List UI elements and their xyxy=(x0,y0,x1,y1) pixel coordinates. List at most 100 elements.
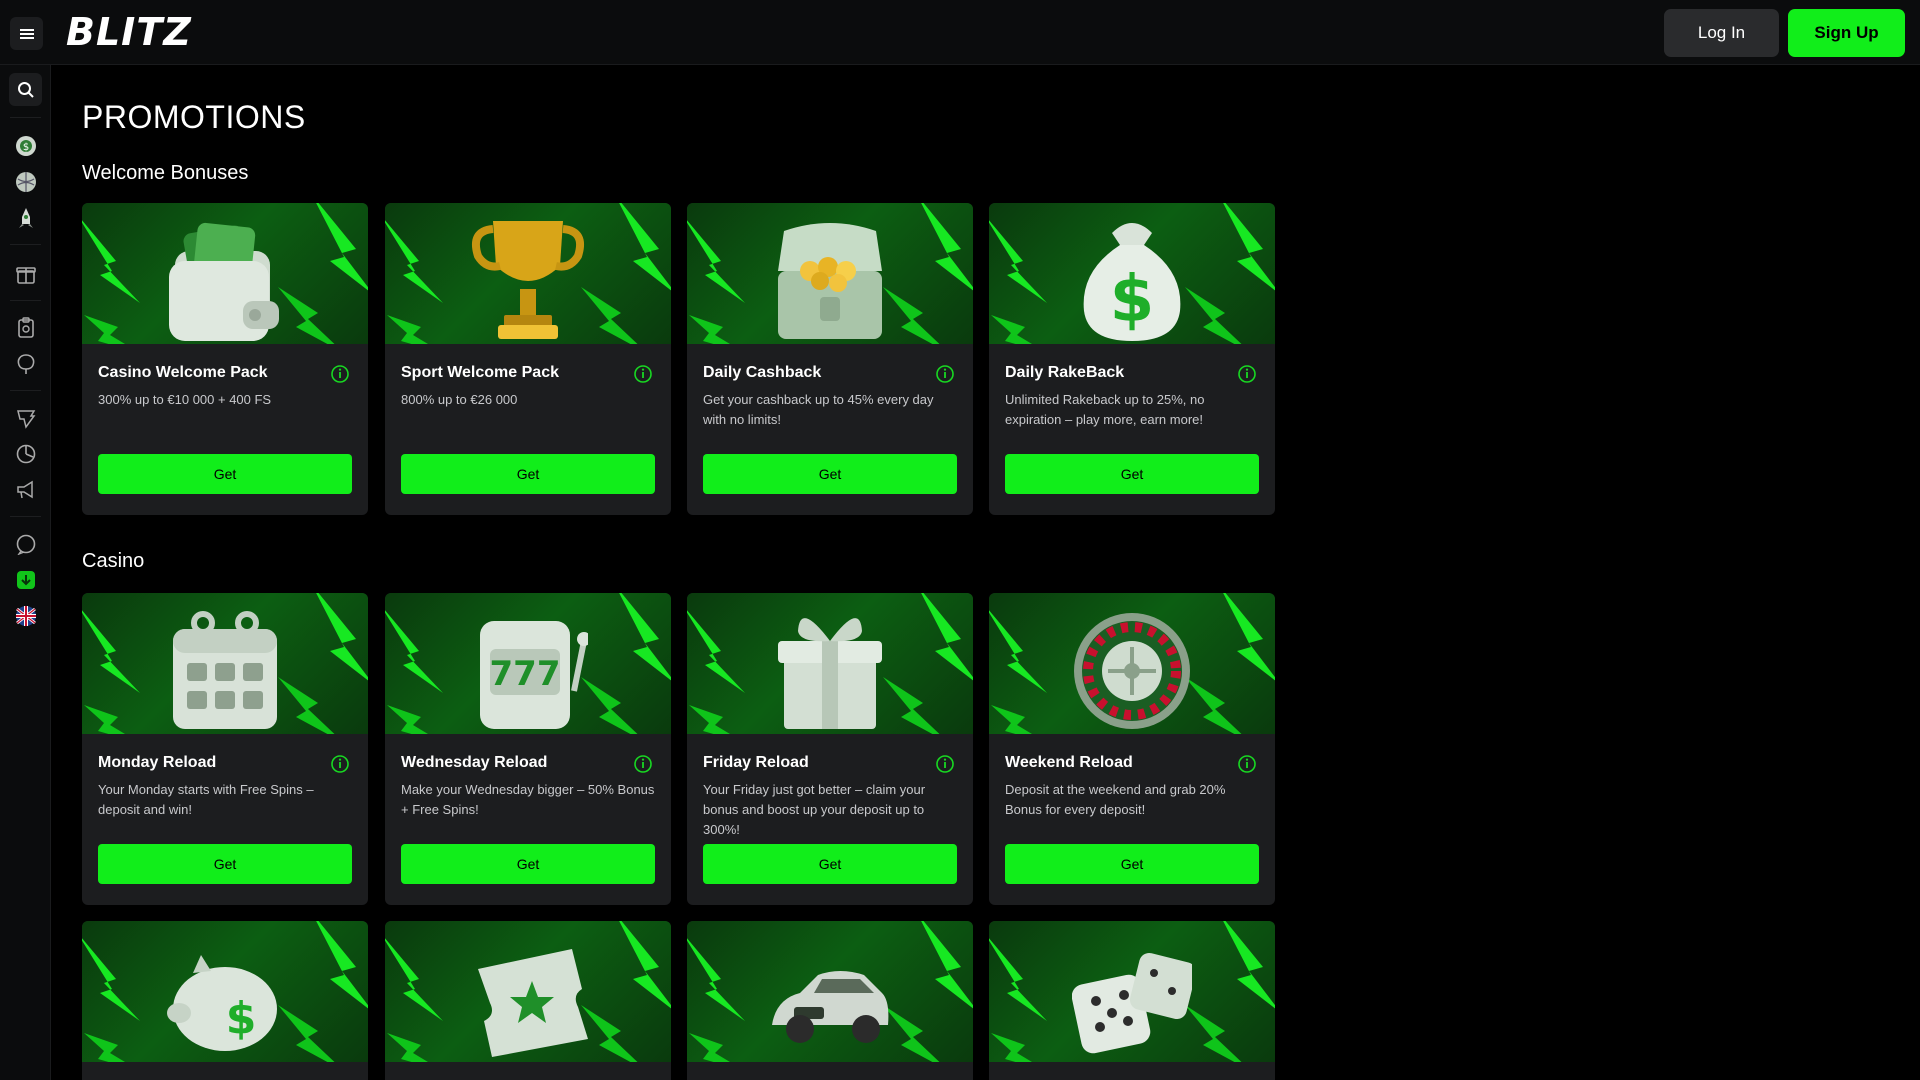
sidebar-item-bonuses[interactable] xyxy=(13,261,39,287)
promo-card[interactable] xyxy=(385,921,671,1080)
dice-illustration xyxy=(1072,952,1192,1054)
car-illustration xyxy=(772,971,889,1043)
sidebar-item-casino[interactable]: $ xyxy=(13,133,39,159)
info-icon[interactable] xyxy=(633,754,653,774)
sidebar-item-tournaments[interactable] xyxy=(13,315,39,341)
get-button[interactable]: Get xyxy=(703,454,957,494)
promo-description: 300% up to €10 000 + 400 FS xyxy=(98,392,272,407)
tournament-icon xyxy=(18,317,34,338)
sidebar-item-news[interactable] xyxy=(13,477,39,503)
roulette-illustration xyxy=(1074,613,1190,729)
gift-illustration xyxy=(778,618,882,729)
promo-card[interactable]: Casino Welcome Pack 300% up to €10 000 + … xyxy=(82,203,368,515)
promo-image xyxy=(989,921,1275,1062)
promo-image: $ xyxy=(989,203,1275,344)
info-icon[interactable] xyxy=(330,364,350,384)
sidebar-divider xyxy=(10,244,41,245)
get-button[interactable]: Get xyxy=(1005,454,1259,494)
sidebar: $ xyxy=(0,65,51,1080)
info-icon[interactable] xyxy=(935,364,955,384)
promo-title: Wednesday Reload xyxy=(401,754,548,771)
menu-icon xyxy=(19,28,34,39)
promo-card[interactable]: 777 Wednesday Reload Make your Wednesday b… xyxy=(385,593,671,905)
trophy-illustration xyxy=(471,221,585,339)
promo-description: Unlimited Rakeback up to 25%, no expirat… xyxy=(1005,392,1205,427)
info-icon[interactable] xyxy=(1237,364,1257,384)
promo-image xyxy=(82,203,368,344)
promo-card[interactable]: Monday Reload Your Monday starts with Fre… xyxy=(82,593,368,905)
top-bar: BLITZ Log In Sign Up xyxy=(0,0,1920,65)
promo-description: Deposit at the weekend and grab 20% Bonu… xyxy=(1005,782,1226,817)
promo-description: Make your Wednesday bigger – 50% Bonus +… xyxy=(401,782,655,817)
promo-image xyxy=(82,593,368,734)
promo-title: Daily Cashback xyxy=(703,364,822,381)
moneybag-illustration: $ xyxy=(1083,223,1181,341)
search-icon xyxy=(17,81,34,98)
signup-button[interactable]: Sign Up xyxy=(1788,9,1905,57)
download-icon xyxy=(17,571,35,589)
sidebar-item-sports[interactable] xyxy=(13,169,39,195)
promo-title: Friday Reload xyxy=(703,754,809,771)
chat-icon xyxy=(16,534,36,555)
menu-button[interactable] xyxy=(10,17,43,50)
statistics-icon xyxy=(16,444,36,464)
chest-illustration xyxy=(778,223,882,339)
promo-description: 800% up to €26 000 xyxy=(401,392,518,407)
slot-illustration: 777 xyxy=(480,621,588,729)
get-button[interactable]: Get xyxy=(98,844,352,884)
sidebar-item-promotions[interactable] xyxy=(13,351,39,377)
get-button[interactable]: Get xyxy=(703,844,957,884)
promo-image xyxy=(687,593,973,734)
info-icon[interactable] xyxy=(633,364,653,384)
logo-text: BLITZ xyxy=(66,10,192,54)
vip-icon xyxy=(17,410,36,429)
page-title: PROMOTIONS xyxy=(82,99,306,135)
promo-image: $ xyxy=(82,921,368,1062)
promo-title: Sport Welcome Pack xyxy=(401,364,559,381)
section-title-welcome: Welcome Bonuses xyxy=(82,162,249,184)
sidebar-item-download[interactable] xyxy=(13,567,39,593)
svg-text:$: $ xyxy=(226,993,257,1044)
promo-card[interactable] xyxy=(989,921,1275,1080)
promo-image xyxy=(385,203,671,344)
promo-description: Your Friday just got better – claim your… xyxy=(703,782,926,837)
promo-image xyxy=(385,921,671,1062)
sidebar-item-statistics[interactable] xyxy=(13,441,39,467)
gift-icon xyxy=(16,267,36,284)
svg-text:777: 777 xyxy=(490,654,561,694)
sports-ball-icon xyxy=(16,172,36,192)
get-button[interactable]: Get xyxy=(1005,844,1259,884)
get-button[interactable]: Get xyxy=(401,454,655,494)
promo-image xyxy=(687,921,973,1062)
sidebar-item-vip[interactable] xyxy=(13,405,39,431)
sidebar-divider xyxy=(10,516,41,517)
get-button[interactable]: Get xyxy=(98,454,352,494)
promo-card[interactable]: Friday Reload Your Friday just got better… xyxy=(687,593,973,905)
get-button[interactable]: Get xyxy=(401,844,655,884)
info-icon[interactable] xyxy=(935,754,955,774)
megaphone-icon xyxy=(17,480,33,499)
promo-image: 777 xyxy=(385,593,671,734)
info-icon[interactable] xyxy=(1237,754,1257,774)
promo-card[interactable]: $ Daily RakeBack Unlimited Rakeback up to … xyxy=(989,203,1275,515)
promotions-icon xyxy=(17,354,35,374)
promo-title: Daily RakeBack xyxy=(1005,364,1125,381)
sidebar-divider xyxy=(10,117,41,118)
sidebar-item-crash[interactable] xyxy=(13,205,39,231)
logo[interactable]: BLITZ xyxy=(66,12,192,52)
promo-card[interactable]: Weekend Reload Deposit at the weekend and… xyxy=(989,593,1275,905)
promo-card[interactable]: $ xyxy=(82,921,368,1080)
promo-card[interactable]: Daily Cashback Get your cashback up to 45… xyxy=(687,203,973,515)
sidebar-item-language[interactable] xyxy=(13,603,39,629)
ticket-illustration xyxy=(478,949,588,1057)
promo-title: Casino Welcome Pack xyxy=(98,364,268,381)
sidebar-search-button[interactable] xyxy=(9,73,42,106)
promo-card[interactable]: Sport Welcome Pack 800% up to €26 000 Get xyxy=(385,203,671,515)
promo-card[interactable] xyxy=(687,921,973,1080)
info-icon[interactable] xyxy=(330,754,350,774)
rocket-icon xyxy=(19,208,33,228)
piggybank-illustration: $ xyxy=(167,955,277,1051)
login-button[interactable]: Log In xyxy=(1664,9,1779,57)
casino-chip-icon: $ xyxy=(16,136,36,156)
sidebar-item-support[interactable] xyxy=(13,531,39,557)
